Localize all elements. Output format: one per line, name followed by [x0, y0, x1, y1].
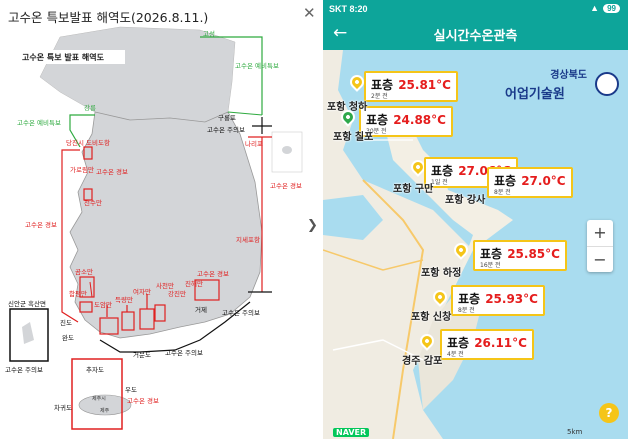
label-warning-east: 고수온 경보 [270, 181, 302, 190]
app-bar: ← 실시간수온관측 [323, 18, 628, 50]
temp-value: 25.93°C [485, 292, 538, 306]
temp-value: 26.11°C [474, 336, 527, 350]
place-gangsa: 포항 강사 [445, 195, 486, 206]
advisory-map-panel: 고수온 특보발표 해역도(2026.8.11.) ✕ 고수온 특보 발표 해역도… [0, 0, 323, 439]
label-watch-east: 고수온 주의보 [207, 125, 245, 134]
status-icons: ▲ 99 [590, 3, 620, 13]
status-bar: SKT 8:20 ▲ 99 [323, 0, 628, 18]
label-geomundo: 거문도 [133, 350, 151, 359]
label-dangjin: 당진시 도비도항 [66, 138, 110, 147]
time-ago: 8분 전 [458, 307, 475, 314]
station-popup[interactable]: 표층 25.85°C 16분 전 [473, 240, 567, 271]
place-sinchang: 포항 신창 [411, 312, 452, 323]
place-chilpo: 포항 칠포 [333, 132, 374, 143]
label-naripo: 나리포 [245, 139, 263, 148]
screenshot: 고수온 특보발표 해역도(2026.8.11.) ✕ 고수온 특보 발표 해역도… [0, 0, 628, 439]
label-guryongpo: 구룡포 [218, 114, 236, 122]
label-yeoja: 여자만 [133, 287, 151, 296]
advisory-map: 고수온 특보 발표 해역도 고성 고수온 예비특보 강릉 고수온 예비특보 당진… [5, 26, 303, 430]
label-advisory-east: 고수온 예비특보 [235, 61, 279, 70]
label-jeju: 제주 [100, 407, 110, 414]
label-advisory-west: 고수온 예비특보 [17, 118, 61, 127]
label-gomso: 곰소만 [75, 267, 93, 276]
help-button[interactable]: ? [599, 403, 619, 423]
chevron-right-icon[interactable]: ❯ [307, 218, 318, 233]
label-jeju-warning: 고수온 경보 [127, 396, 159, 405]
app-title: 실시간수온관측 [433, 29, 518, 44]
emblem-icon [595, 72, 619, 96]
depth-label: 표층 [431, 164, 454, 178]
depth-label: 표층 [366, 113, 389, 127]
depth-label: 표층 [458, 292, 481, 306]
label-chuja: 추자도 [86, 365, 104, 374]
station-popup[interactable]: 표층 26.11°C 4분 전 [440, 329, 534, 360]
zoom-out-button[interactable]: − [587, 246, 613, 272]
depth-label: 표층 [447, 336, 470, 350]
label-dobyeon: 도암만 [94, 300, 112, 309]
carrier-time: SKT 8:20 [329, 4, 368, 14]
place-cheongha: 포항 청하 [327, 102, 368, 113]
label-sacheon: 사천만 [156, 281, 174, 290]
temp-value: 27.0°C [521, 174, 566, 188]
label-gangjin: 강진만 [168, 289, 186, 298]
label-warning-south: 고수온 경보 [197, 269, 229, 278]
label-jinhaeman: 진해만 [185, 279, 203, 288]
label-jeju-city: 제주시 [92, 395, 106, 402]
station-popup[interactable]: 표층 25.81°C 2분 전 [364, 71, 458, 102]
time-ago: 30분 전 [366, 128, 387, 135]
time-ago: 2분 전 [371, 93, 388, 100]
station-popup[interactable]: 표층 25.93°C 8분 전 [451, 285, 545, 316]
station-popup[interactable]: 표층 27.0°C 8분 전 [487, 167, 573, 198]
label-watch-sinan: 고수온 주의보 [5, 365, 43, 374]
temp-value: 24.88°C [393, 113, 446, 127]
label-geoje: 거제 [195, 305, 207, 314]
map-scale: 5km [567, 428, 583, 436]
temp-value: 25.85°C [507, 247, 560, 261]
naver-logo: NAVER [333, 428, 370, 437]
label-jisepo: 지세포항 [236, 235, 260, 244]
org-logo: 경상북도 어업기술원 [505, 66, 623, 102]
label-watch-south: 고수온 주의보 [222, 308, 260, 317]
label-wando: 완도 [62, 334, 74, 342]
signal-icon: ▲ [590, 3, 600, 13]
zoom-control: + − [587, 220, 613, 272]
place-hajeong: 포항 하정 [421, 268, 462, 279]
depth-label: 표층 [371, 78, 394, 92]
label-gangneung: 강릉 [84, 103, 96, 112]
time-ago: 16분 전 [480, 262, 501, 269]
zoom-in-button[interactable]: + [587, 220, 613, 246]
battery-icon: 99 [603, 3, 620, 13]
place-guman: 포항 구만 [393, 184, 434, 195]
label-warning-west2: 고수온 경보 [25, 220, 57, 229]
label-sinan: 신안군 흑산면 [8, 299, 46, 308]
place-gampo: 경주 감포 [402, 356, 443, 367]
label-udo: 우도 [125, 386, 137, 394]
label-jindo: 진도 [60, 318, 72, 327]
depth-label: 표층 [494, 174, 517, 188]
label-deukryang: 득량만 [115, 295, 133, 304]
water-temp-app: SKT 8:20 ▲ 99 ← 실시간수온관측 경상북도 어업기술원 표층 25… [323, 0, 628, 439]
label-gosung: 고성 [203, 29, 215, 38]
close-icon[interactable]: ✕ [303, 6, 316, 21]
time-ago: 8분 전 [494, 189, 511, 196]
map-heading: 고수온 특보 발표 해역도 [22, 52, 105, 62]
label-cheonsu: 천수만 [84, 198, 102, 207]
depth-label: 표층 [480, 247, 503, 261]
time-ago: 4분 전 [447, 351, 464, 358]
label-watch-south2: 고수온 주의보 [165, 348, 203, 357]
temp-value: 25.81°C [398, 78, 451, 92]
label-chagwi: 차귀도 [54, 403, 72, 412]
label-warning-west: 고수온 경보 [96, 167, 128, 176]
label-garorim: 가로림만 [70, 165, 94, 174]
label-hampyeong: 함평만 [69, 289, 87, 298]
